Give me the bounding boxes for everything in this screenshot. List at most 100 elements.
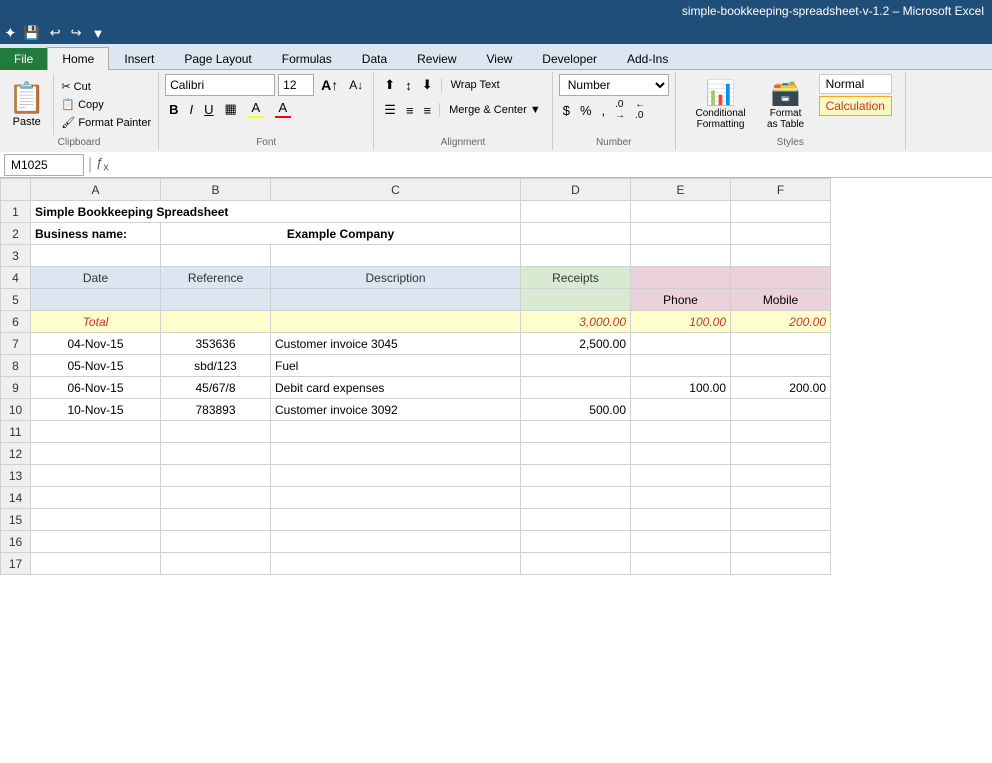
- align-right-button[interactable]: ≡: [420, 99, 436, 121]
- more-icon[interactable]: ▼: [89, 26, 108, 41]
- italic-button[interactable]: I: [186, 98, 198, 120]
- spreadsheet-container[interactable]: A B C D E F 1 Simple Bookkeeping Spreads…: [0, 178, 992, 763]
- cell-c9[interactable]: Debit card expenses: [271, 377, 521, 399]
- underline-button[interactable]: U: [200, 98, 217, 120]
- align-bottom-button[interactable]: ⬇: [418, 74, 437, 96]
- cell-c6[interactable]: [271, 311, 521, 333]
- number-format-select[interactable]: Number General Currency Accounting Date …: [559, 74, 669, 96]
- cell-c5[interactable]: [271, 289, 521, 311]
- cell-b4[interactable]: Reference: [161, 267, 271, 289]
- cell-e5[interactable]: Phone: [631, 289, 731, 311]
- cell-d4[interactable]: Receipts: [521, 267, 631, 289]
- tab-review[interactable]: Review: [402, 47, 471, 70]
- tab-page-layout[interactable]: Page Layout: [169, 47, 266, 70]
- cell-d5[interactable]: [521, 289, 631, 311]
- tab-home[interactable]: Home: [47, 47, 109, 70]
- decrease-decimal-button[interactable]: ←.0: [631, 99, 649, 121]
- cell-e3[interactable]: [631, 245, 731, 267]
- cell-d6[interactable]: 3,000.00: [521, 311, 631, 333]
- fill-color-button[interactable]: A: [244, 98, 268, 120]
- cell-e7[interactable]: [631, 333, 731, 355]
- align-left-button[interactable]: ☰: [380, 99, 400, 121]
- cell-c7[interactable]: Customer invoice 3045: [271, 333, 521, 355]
- font-color-button[interactable]: A: [271, 98, 295, 120]
- bold-button[interactable]: B: [165, 98, 182, 120]
- cell-a1[interactable]: Simple Bookkeeping Spreadsheet: [31, 201, 521, 223]
- cell-a2[interactable]: Business name:: [31, 223, 161, 245]
- tab-insert[interactable]: Insert: [109, 47, 169, 70]
- col-header-c[interactable]: C: [271, 179, 521, 201]
- align-center-button[interactable]: ≡: [402, 99, 418, 121]
- function-icon[interactable]: ƒx: [96, 155, 109, 174]
- cell-f2[interactable]: [731, 223, 831, 245]
- undo-icon[interactable]: ↩: [47, 25, 64, 41]
- cell-e1[interactable]: [631, 201, 731, 223]
- cell-b7[interactable]: 353636: [161, 333, 271, 355]
- cell-e9[interactable]: 100.00: [631, 377, 731, 399]
- cell-b5[interactable]: [161, 289, 271, 311]
- tab-add-ins[interactable]: Add-Ins: [612, 47, 683, 70]
- cell-d2[interactable]: [521, 223, 631, 245]
- cell-e6[interactable]: 100.00: [631, 311, 731, 333]
- currency-button[interactable]: $: [559, 99, 574, 121]
- cell-f1[interactable]: [731, 201, 831, 223]
- cell-c10[interactable]: Customer invoice 3092: [271, 399, 521, 421]
- cell-a9[interactable]: 06-Nov-15: [31, 377, 161, 399]
- cell-e4[interactable]: [631, 267, 731, 289]
- font-grow-button[interactable]: A↑: [317, 74, 342, 96]
- merge-center-button[interactable]: Merge & Center ▼: [444, 101, 546, 119]
- cell-c3[interactable]: [271, 245, 521, 267]
- cell-c8[interactable]: Fuel: [271, 355, 521, 377]
- formula-input[interactable]: [113, 156, 988, 174]
- col-header-a[interactable]: A: [31, 179, 161, 201]
- font-size-input[interactable]: [278, 74, 314, 96]
- cell-a6[interactable]: Total: [31, 311, 161, 333]
- paste-button[interactable]: 📋 Paste: [0, 74, 54, 135]
- cell-f8[interactable]: [731, 355, 831, 377]
- cell-a4[interactable]: Date: [31, 267, 161, 289]
- tab-file[interactable]: File: [0, 48, 47, 70]
- cell-f10[interactable]: [731, 399, 831, 421]
- cell-d9[interactable]: [521, 377, 631, 399]
- cell-a7[interactable]: 04-Nov-15: [31, 333, 161, 355]
- tab-data[interactable]: Data: [347, 47, 402, 70]
- cell-f5[interactable]: Mobile: [731, 289, 831, 311]
- cell-d3[interactable]: [521, 245, 631, 267]
- cell-d1[interactable]: [521, 201, 631, 223]
- col-header-d[interactable]: D: [521, 179, 631, 201]
- wrap-text-button[interactable]: Wrap Text: [446, 76, 505, 94]
- cell-a10[interactable]: 10-Nov-15: [31, 399, 161, 421]
- cell-d8[interactable]: [521, 355, 631, 377]
- cell-f7[interactable]: [731, 333, 831, 355]
- font-shrink-button[interactable]: A↓: [345, 74, 367, 96]
- format-painter-button[interactable]: 🖌 Format Painter: [58, 115, 154, 130]
- cell-f3[interactable]: [731, 245, 831, 267]
- style-calculation-button[interactable]: Calculation: [819, 96, 892, 116]
- cell-e2[interactable]: [631, 223, 731, 245]
- col-header-b[interactable]: B: [161, 179, 271, 201]
- cell-e10[interactable]: [631, 399, 731, 421]
- conditional-formatting-button[interactable]: 📊 Conditional Formatting: [689, 74, 753, 135]
- cell-b9[interactable]: 45/67/8: [161, 377, 271, 399]
- cell-b8[interactable]: sbd/123: [161, 355, 271, 377]
- col-header-e[interactable]: E: [631, 179, 731, 201]
- tab-view[interactable]: View: [472, 47, 528, 70]
- cell-c4[interactable]: Description: [271, 267, 521, 289]
- cell-a5[interactable]: [31, 289, 161, 311]
- border-button[interactable]: ▦: [221, 98, 241, 120]
- cell-reference-input[interactable]: [4, 154, 84, 176]
- col-header-f[interactable]: F: [731, 179, 831, 201]
- style-normal-button[interactable]: Normal: [819, 74, 892, 94]
- cell-b6[interactable]: [161, 311, 271, 333]
- percent-button[interactable]: %: [576, 99, 596, 121]
- save-icon[interactable]: 💾: [21, 25, 43, 41]
- cell-b10[interactable]: 783893: [161, 399, 271, 421]
- cell-b2[interactable]: Example Company: [161, 223, 521, 245]
- cell-a3[interactable]: [31, 245, 161, 267]
- cell-f6[interactable]: 200.00: [731, 311, 831, 333]
- tab-formulas[interactable]: Formulas: [267, 47, 347, 70]
- comma-button[interactable]: ,: [598, 99, 610, 121]
- align-middle-button[interactable]: ↕: [401, 74, 416, 96]
- align-top-button[interactable]: ⬆: [380, 74, 399, 96]
- format-table-button[interactable]: 🗃️ Format as Table: [757, 74, 815, 135]
